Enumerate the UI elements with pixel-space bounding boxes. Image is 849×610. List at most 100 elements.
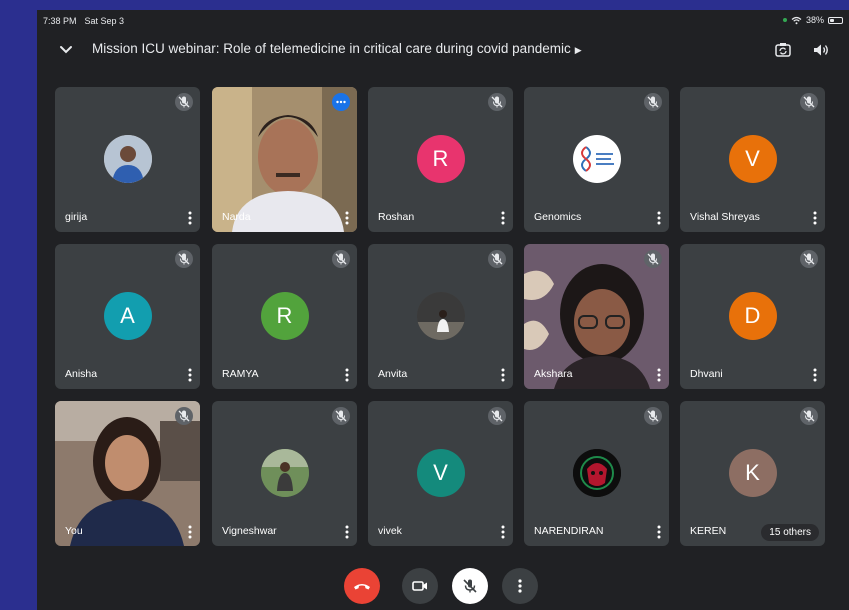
wifi-icon [791, 16, 802, 24]
participant-name: Narda [222, 211, 251, 223]
participant-tile-ramya[interactable]: R RAMYA [212, 244, 357, 389]
more-options-button[interactable] [502, 568, 538, 604]
chevron-right-icon: ▶ [574, 45, 582, 55]
mic-off-icon [800, 407, 818, 425]
status-right: 38% [782, 15, 843, 25]
participant-name: Genomics [534, 211, 582, 223]
more-options-icon[interactable] [653, 210, 665, 226]
mic-off-icon [332, 407, 350, 425]
more-options-icon[interactable] [341, 524, 353, 540]
avatar: R [260, 292, 309, 340]
avatar-initial: V [745, 146, 760, 171]
more-options-icon[interactable] [653, 367, 665, 383]
more-vert-icon [518, 579, 522, 593]
more-options-icon[interactable] [809, 367, 821, 383]
avatar: R [416, 135, 465, 183]
switch-camera-icon[interactable] [773, 40, 793, 60]
more-options-icon[interactable] [184, 367, 196, 383]
participant-name: You [65, 525, 83, 537]
speaker-icon[interactable] [811, 40, 831, 60]
chevron-down-icon[interactable] [57, 41, 75, 59]
camera-icon [412, 581, 427, 591]
avatar [572, 449, 621, 497]
participant-tile-keren[interactable]: K KEREN 15 others [680, 401, 825, 546]
mic-off-icon [488, 93, 506, 111]
avatar [103, 135, 152, 183]
mic-off-icon [175, 407, 193, 425]
more-options-icon[interactable] [809, 210, 821, 226]
phone-hangup-icon [354, 584, 370, 590]
avatar-initial: V [433, 460, 448, 485]
participant-tile-roshan[interactable]: R Roshan [368, 87, 513, 232]
avatar: V [416, 449, 465, 497]
participant-name: RAMYA [222, 368, 259, 380]
avatar [572, 135, 621, 183]
avatar-initial: R [432, 146, 449, 171]
mic-off-icon [644, 250, 662, 268]
meeting-title-text: Mission ICU webinar: Role of telemedicin… [92, 41, 571, 56]
meeting-title[interactable]: Mission ICU webinar: Role of telemedicin… [92, 41, 582, 56]
participant-tile-girija[interactable]: girija [55, 87, 200, 232]
participant-name: NARENDIRAN [534, 525, 604, 537]
more-options-icon[interactable] [653, 524, 665, 540]
mic-off-icon [800, 93, 818, 111]
avatar [260, 449, 309, 497]
more-options-icon[interactable] [184, 524, 196, 540]
avatar-photo [572, 449, 621, 497]
avatar-photo [416, 292, 465, 340]
camera-indicator-icon [782, 18, 787, 22]
participant-tile-genomics[interactable]: Genomics [524, 87, 669, 232]
participant-tile-anvita[interactable]: Anvita [368, 244, 513, 389]
participant-name: KEREN [690, 525, 727, 537]
mic-off-icon [644, 93, 662, 111]
more-options-icon[interactable] [497, 524, 509, 540]
camera-toggle-button[interactable] [402, 568, 438, 604]
meet-screen: 7:38 PM Sat Sep 3 38% Mission ICU webinar… [37, 10, 849, 610]
avatar-initial: D [744, 303, 761, 328]
avatar-photo [103, 135, 152, 183]
participant-name: Vishal Shreyas [690, 211, 760, 223]
participant-tile-you[interactable]: You [55, 401, 200, 546]
participant-tile-vigneshwar[interactable]: Vigneshwar [212, 401, 357, 546]
avatar: V [728, 135, 777, 183]
participant-tile-vivek[interactable]: V vivek [368, 401, 513, 546]
mic-off-icon [644, 407, 662, 425]
more-options-icon[interactable] [341, 210, 353, 226]
more-options-icon[interactable] [497, 367, 509, 383]
avatar-initial: A [120, 303, 135, 328]
battery-percent: 38% [805, 15, 824, 25]
participant-name: girija [65, 211, 88, 223]
avatar [416, 292, 465, 340]
more-options-icon[interactable] [184, 210, 196, 226]
mic-off-icon [488, 250, 506, 268]
participant-tile-akshara[interactable]: Akshara [524, 244, 669, 389]
avatar: D [728, 292, 777, 340]
others-badge[interactable]: 15 others [761, 524, 819, 541]
participant-tile-vishal-shreyas[interactable]: V Vishal Shreyas [680, 87, 825, 232]
end-call-button[interactable] [344, 568, 380, 604]
mic-off-icon [175, 93, 193, 111]
avatar-initial: R [276, 303, 293, 328]
participant-tile-anisha[interactable]: A Anisha [55, 244, 200, 389]
mic-off-icon [488, 407, 506, 425]
status-clock: 7:38 PM [43, 16, 77, 26]
participant-name: vivek [378, 525, 402, 537]
more-options-icon[interactable] [341, 367, 353, 383]
mic-toggle-button[interactable] [452, 568, 488, 604]
avatar: K [728, 449, 777, 497]
battery-icon [828, 16, 843, 24]
avatar: A [103, 292, 152, 340]
participant-tile-narendiran[interactable]: NARENDIRAN [524, 401, 669, 546]
participant-tile-narda[interactable]: Narda [212, 87, 357, 232]
mic-off-icon [175, 250, 193, 268]
genomics-logo-icon [580, 146, 614, 172]
participant-name: Anisha [65, 368, 98, 380]
participant-name: Akshara [534, 368, 573, 380]
mic-off-icon [800, 250, 818, 268]
participant-name: Anvita [378, 368, 408, 380]
avatar-initial: K [745, 460, 760, 485]
participant-tile-dhvani[interactable]: D Dhvani [680, 244, 825, 389]
more-options-icon[interactable] [497, 210, 509, 226]
status-date: Sat Sep 3 [84, 16, 125, 26]
participant-name: Vigneshwar [222, 525, 277, 537]
